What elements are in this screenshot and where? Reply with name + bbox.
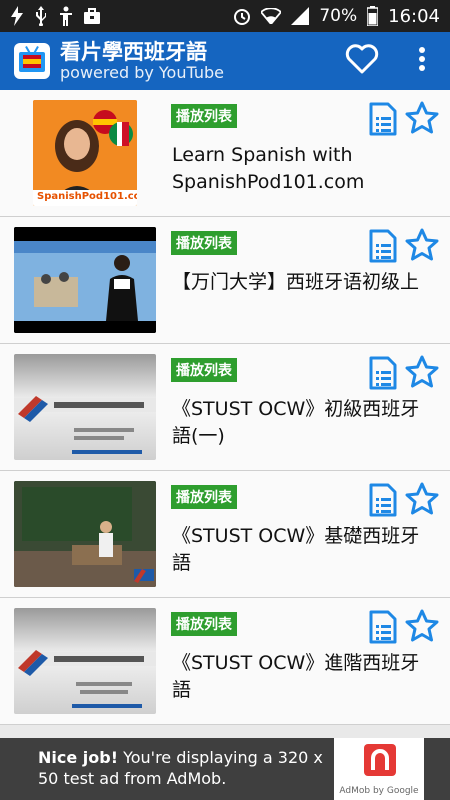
star-icon <box>404 228 440 267</box>
description-button[interactable] <box>369 356 399 392</box>
list-item[interactable]: 播放列表 《STUST OCW》進階西班牙語 <box>0 598 450 725</box>
list-item[interactable]: 播放列表 【万门大学】西班牙语初级上 <box>0 217 450 344</box>
favorite-star-button[interactable] <box>404 608 442 646</box>
thumbnail-caption: SpanishPod101.com <box>37 191 137 202</box>
star-icon <box>404 609 440 648</box>
app-title: 看片學西班牙語 <box>60 39 207 64</box>
playlist-badge: 播放列表 <box>171 612 237 636</box>
battery-percent: 70% <box>319 6 358 26</box>
favorite-star-button[interactable] <box>404 481 442 519</box>
admob-brand: AdMob by Google <box>339 786 419 796</box>
document-icon <box>369 483 397 521</box>
document-icon <box>369 610 397 648</box>
favorite-star-button[interactable] <box>404 227 442 265</box>
star-icon <box>404 482 440 521</box>
list-item[interactable]: SpanishPod101.com 播放列表 Learn Spanish wit… <box>0 90 450 217</box>
document-icon <box>369 229 397 267</box>
overflow-menu-button[interactable] <box>412 41 432 81</box>
item-title: 《STUST OCW》進階西班牙語 <box>172 652 420 701</box>
alarm-icon <box>233 7 251 25</box>
star-icon <box>404 355 440 394</box>
app-logo-icon <box>14 43 50 79</box>
ad-text: Nice job! You're displaying a 320 x 50 t… <box>38 747 338 789</box>
item-title: 【万门大学】西班牙语初级上 <box>172 271 420 293</box>
list-item[interactable]: 播放列表 《STUST OCW》初級西班牙語(一) <box>0 344 450 471</box>
document-icon <box>369 356 397 394</box>
favorites-button[interactable] <box>342 41 382 81</box>
ad-banner[interactable]: Nice job! You're displaying a 320 x 50 t… <box>0 738 450 800</box>
flash-icon <box>10 6 24 26</box>
thumbnail[interactable] <box>14 227 156 333</box>
item-title: Learn Spanish with SpanishPod101.com <box>172 144 365 193</box>
description-button[interactable] <box>369 229 399 265</box>
favorite-star-button[interactable] <box>404 354 442 392</box>
favorite-star-button[interactable] <box>404 100 442 138</box>
playlist-badge: 播放列表 <box>171 104 237 128</box>
playlist-badge: 播放列表 <box>171 485 237 509</box>
ad-headline: Nice job! <box>38 748 119 767</box>
usb-icon <box>34 6 48 26</box>
playlist-badge: 播放列表 <box>171 231 237 255</box>
briefcase-icon <box>84 8 100 24</box>
wifi-icon <box>261 8 282 24</box>
status-bar: 70% 16:04 <box>0 0 450 32</box>
battery-icon <box>367 6 379 26</box>
admob-logo: AdMob by Google <box>334 738 424 800</box>
heart-icon <box>345 43 379 79</box>
thumbnail[interactable] <box>14 481 156 587</box>
clock: 16:04 <box>388 5 440 27</box>
playlist-list: SpanishPod101.com 播放列表 Learn Spanish wit… <box>0 90 450 725</box>
more-vert-icon <box>419 47 425 75</box>
description-button[interactable] <box>369 610 399 646</box>
list-item[interactable]: 播放列表 《STUST OCW》基礎西班牙語 <box>0 471 450 598</box>
app-subtitle: powered by YouTube <box>60 62 224 82</box>
item-title: 《STUST OCW》基礎西班牙語 <box>172 525 420 574</box>
admob-icon <box>364 744 396 776</box>
app-bar: 看片學西班牙語 powered by YouTube <box>0 32 450 90</box>
item-title: 《STUST OCW》初級西班牙語(一) <box>172 398 420 447</box>
thumbnail[interactable]: SpanishPod101.com <box>33 100 137 206</box>
accessibility-icon <box>58 6 74 26</box>
thumbnail[interactable] <box>14 354 156 460</box>
thumbnail[interactable] <box>14 608 156 714</box>
signal-icon <box>291 7 310 25</box>
description-button[interactable] <box>369 483 399 519</box>
star-icon <box>404 101 440 140</box>
document-icon <box>369 102 397 140</box>
description-button[interactable] <box>369 102 399 138</box>
playlist-badge: 播放列表 <box>171 358 237 382</box>
